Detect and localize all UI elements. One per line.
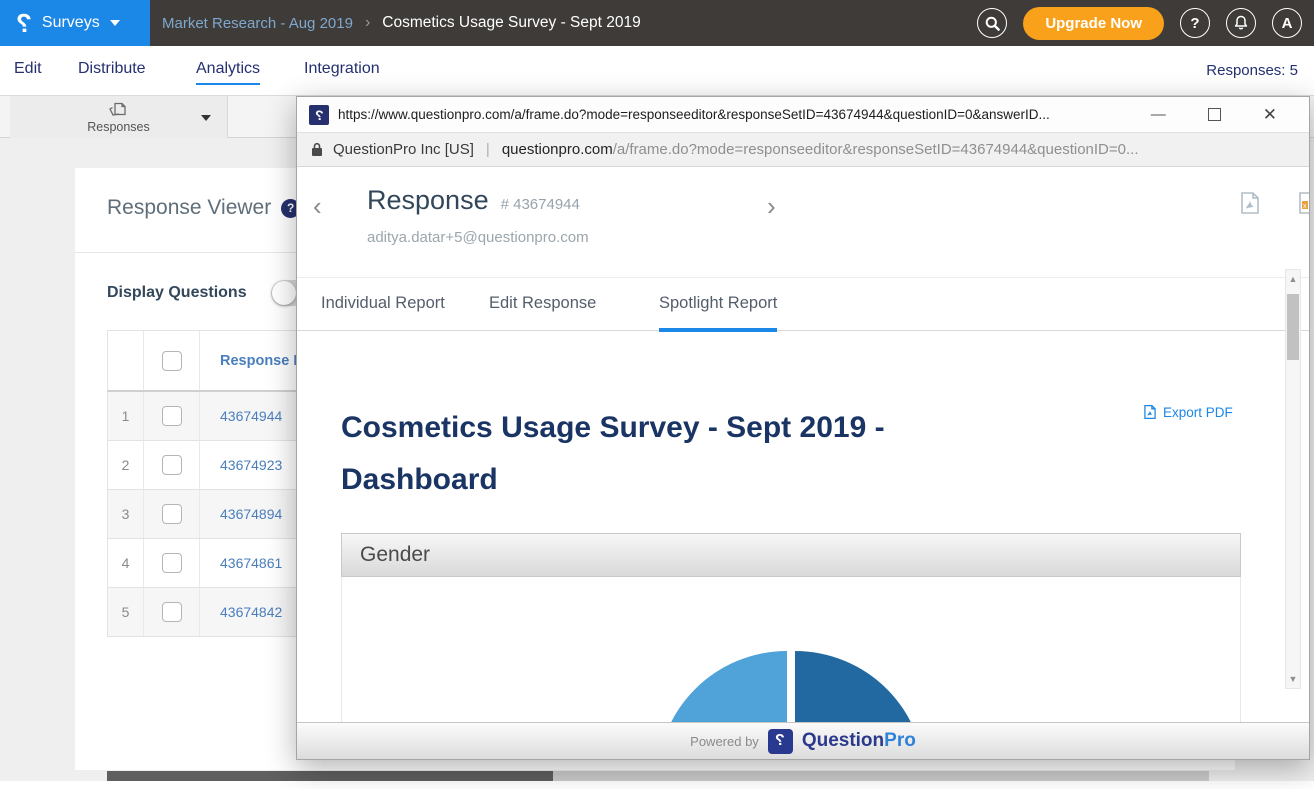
close-button[interactable]: ✕ bbox=[1263, 105, 1277, 125]
responses-count: Responses: 5 bbox=[1206, 62, 1298, 79]
questionpro-favicon: ? bbox=[309, 105, 329, 125]
breadcrumb: Market Research - Aug 2019 › Cosmetics U… bbox=[162, 0, 641, 46]
breadcrumb-separator-icon: › bbox=[365, 14, 370, 32]
questionpro-wordmark: QuestionPro bbox=[802, 730, 916, 752]
minimize-button[interactable]: — bbox=[1151, 106, 1166, 123]
bell-icon bbox=[1233, 15, 1249, 31]
page-title: Response Viewer ? bbox=[107, 196, 300, 220]
popup-titlebar[interactable]: ? https://www.questionpro.com/a/frame.do… bbox=[297, 97, 1309, 133]
row-checkbox[interactable] bbox=[162, 406, 182, 426]
nav-item-distribute[interactable]: Distribute bbox=[78, 60, 146, 78]
pie-segment-left bbox=[657, 651, 787, 723]
response-title: Response bbox=[367, 185, 489, 216]
select-all-checkbox[interactable] bbox=[162, 351, 182, 371]
row-checkbox[interactable] bbox=[162, 553, 182, 573]
tab-individual-report[interactable]: Individual Report bbox=[321, 294, 445, 313]
scroll-up-arrow-icon[interactable]: ▲ bbox=[1289, 272, 1298, 286]
surveys-menu[interactable]: ? Surveys bbox=[0, 0, 150, 46]
search-button[interactable] bbox=[977, 8, 1007, 38]
upgrade-now-button[interactable]: Upgrade Now bbox=[1023, 7, 1164, 40]
responses-icon bbox=[108, 101, 130, 119]
spotlight-report: Cosmetics Usage Survey - Sept 2019 - Das… bbox=[297, 332, 1309, 759]
window-controls: — ✕ bbox=[1151, 105, 1297, 125]
export-pdf-label: Export PDF bbox=[1163, 405, 1233, 420]
response-editor-popup: ? https://www.questionpro.com/a/frame.do… bbox=[296, 96, 1310, 760]
toggle-knob bbox=[272, 281, 296, 305]
help-button[interactable]: ? bbox=[1180, 8, 1210, 38]
address-path: /a/frame.do?mode=responseeditor&response… bbox=[613, 141, 1139, 158]
vertical-scrollbar[interactable]: ▲ ▼ bbox=[1285, 269, 1301, 689]
responses-dropdown-button[interactable]: Responses bbox=[10, 96, 228, 138]
svg-text:x: x bbox=[1303, 203, 1307, 210]
questionpro-logo-icon: ? bbox=[768, 729, 793, 754]
survey-nav: Edit Distribute Analytics Integration Re… bbox=[0, 46, 1314, 96]
export-pdf-link[interactable]: Export PDF bbox=[1143, 404, 1233, 420]
gender-section: Gender bbox=[341, 533, 1241, 723]
horizontal-scrollbar-track[interactable] bbox=[553, 771, 1209, 781]
horizontal-scrollbar-thumb[interactable] bbox=[107, 771, 553, 781]
response-id-label: # 43674944 bbox=[501, 196, 580, 213]
export-pdf-icon bbox=[1143, 404, 1157, 420]
row-checkbox[interactable] bbox=[162, 504, 182, 524]
viewer-title-text: Response Viewer bbox=[107, 196, 271, 220]
product-label: Surveys bbox=[42, 14, 100, 32]
response-id-header: Response ID bbox=[220, 353, 308, 369]
next-response-button[interactable]: › bbox=[767, 193, 776, 219]
gender-section-header: Gender bbox=[341, 533, 1241, 577]
notifications-button[interactable] bbox=[1226, 8, 1256, 38]
nav-item-integration[interactable]: Integration bbox=[304, 60, 380, 78]
gender-chart-area bbox=[341, 577, 1241, 723]
row-checkbox[interactable] bbox=[162, 455, 182, 475]
powered-by-footer: Powered by ? QuestionPro bbox=[297, 722, 1309, 759]
page-bottom-strip bbox=[0, 781, 1314, 789]
security-org: QuestionPro Inc [US] bbox=[333, 141, 474, 158]
scroll-down-arrow-icon[interactable]: ▼ bbox=[1289, 672, 1298, 686]
nav-item-edit[interactable]: Edit bbox=[14, 60, 42, 78]
row-checkbox[interactable] bbox=[162, 602, 182, 622]
response-header: Response # 43674944 bbox=[367, 185, 580, 216]
tab-edit-response[interactable]: Edit Response bbox=[489, 294, 596, 313]
previous-response-button[interactable]: ‹ bbox=[313, 193, 322, 219]
gender-pie-chart bbox=[657, 651, 925, 723]
display-questions-label: Display Questions bbox=[107, 284, 247, 302]
lock-icon bbox=[311, 142, 323, 157]
avatar[interactable]: A bbox=[1272, 8, 1302, 38]
pdf-icon bbox=[1239, 191, 1261, 215]
report-tabs: Individual Report Edit Response Spotligh… bbox=[297, 278, 1309, 331]
address-domain: questionpro.com bbox=[502, 141, 613, 158]
dashboard-title: Cosmetics Usage Survey - Sept 2019 - Das… bbox=[341, 402, 991, 506]
powered-by-label: Powered by bbox=[690, 734, 759, 749]
header-actions: Upgrade Now ? A bbox=[977, 8, 1302, 38]
breadcrumb-survey: Cosmetics Usage Survey - Sept 2019 bbox=[382, 14, 640, 32]
popup-addressbar[interactable]: QuestionPro Inc [US] | questionpro.com /… bbox=[297, 133, 1309, 167]
respondent-email: aditya.datar+5@questionpro.com bbox=[367, 229, 589, 246]
top-header: ? Surveys Market Research - Aug 2019 › C… bbox=[0, 0, 1314, 46]
pie-segment-right bbox=[795, 651, 925, 723]
popup-url: https://www.questionpro.com/a/frame.do?m… bbox=[338, 107, 1127, 122]
search-icon bbox=[985, 16, 1000, 31]
responses-button-label: Responses bbox=[87, 120, 150, 134]
nav-item-analytics[interactable]: Analytics bbox=[196, 60, 260, 85]
display-questions-row: Display Questions bbox=[107, 280, 321, 306]
questionpro-logo-icon: ? bbox=[16, 10, 32, 36]
popup-content: ‹ Response # 43674944 › aditya.datar+5@q… bbox=[297, 167, 1309, 759]
chevron-down-icon bbox=[201, 115, 211, 121]
maximize-button[interactable] bbox=[1208, 108, 1221, 121]
tab-spotlight-report[interactable]: Spotlight Report bbox=[659, 294, 777, 332]
vertical-scrollbar-thumb[interactable] bbox=[1287, 294, 1299, 360]
security-separator: | bbox=[486, 141, 490, 158]
breadcrumb-folder[interactable]: Market Research - Aug 2019 bbox=[162, 15, 353, 32]
download-pdf-button[interactable] bbox=[1239, 191, 1261, 220]
download-xls-button[interactable]: x bbox=[1297, 191, 1309, 220]
xls-icon: x bbox=[1297, 191, 1309, 215]
chevron-down-icon bbox=[110, 20, 120, 26]
